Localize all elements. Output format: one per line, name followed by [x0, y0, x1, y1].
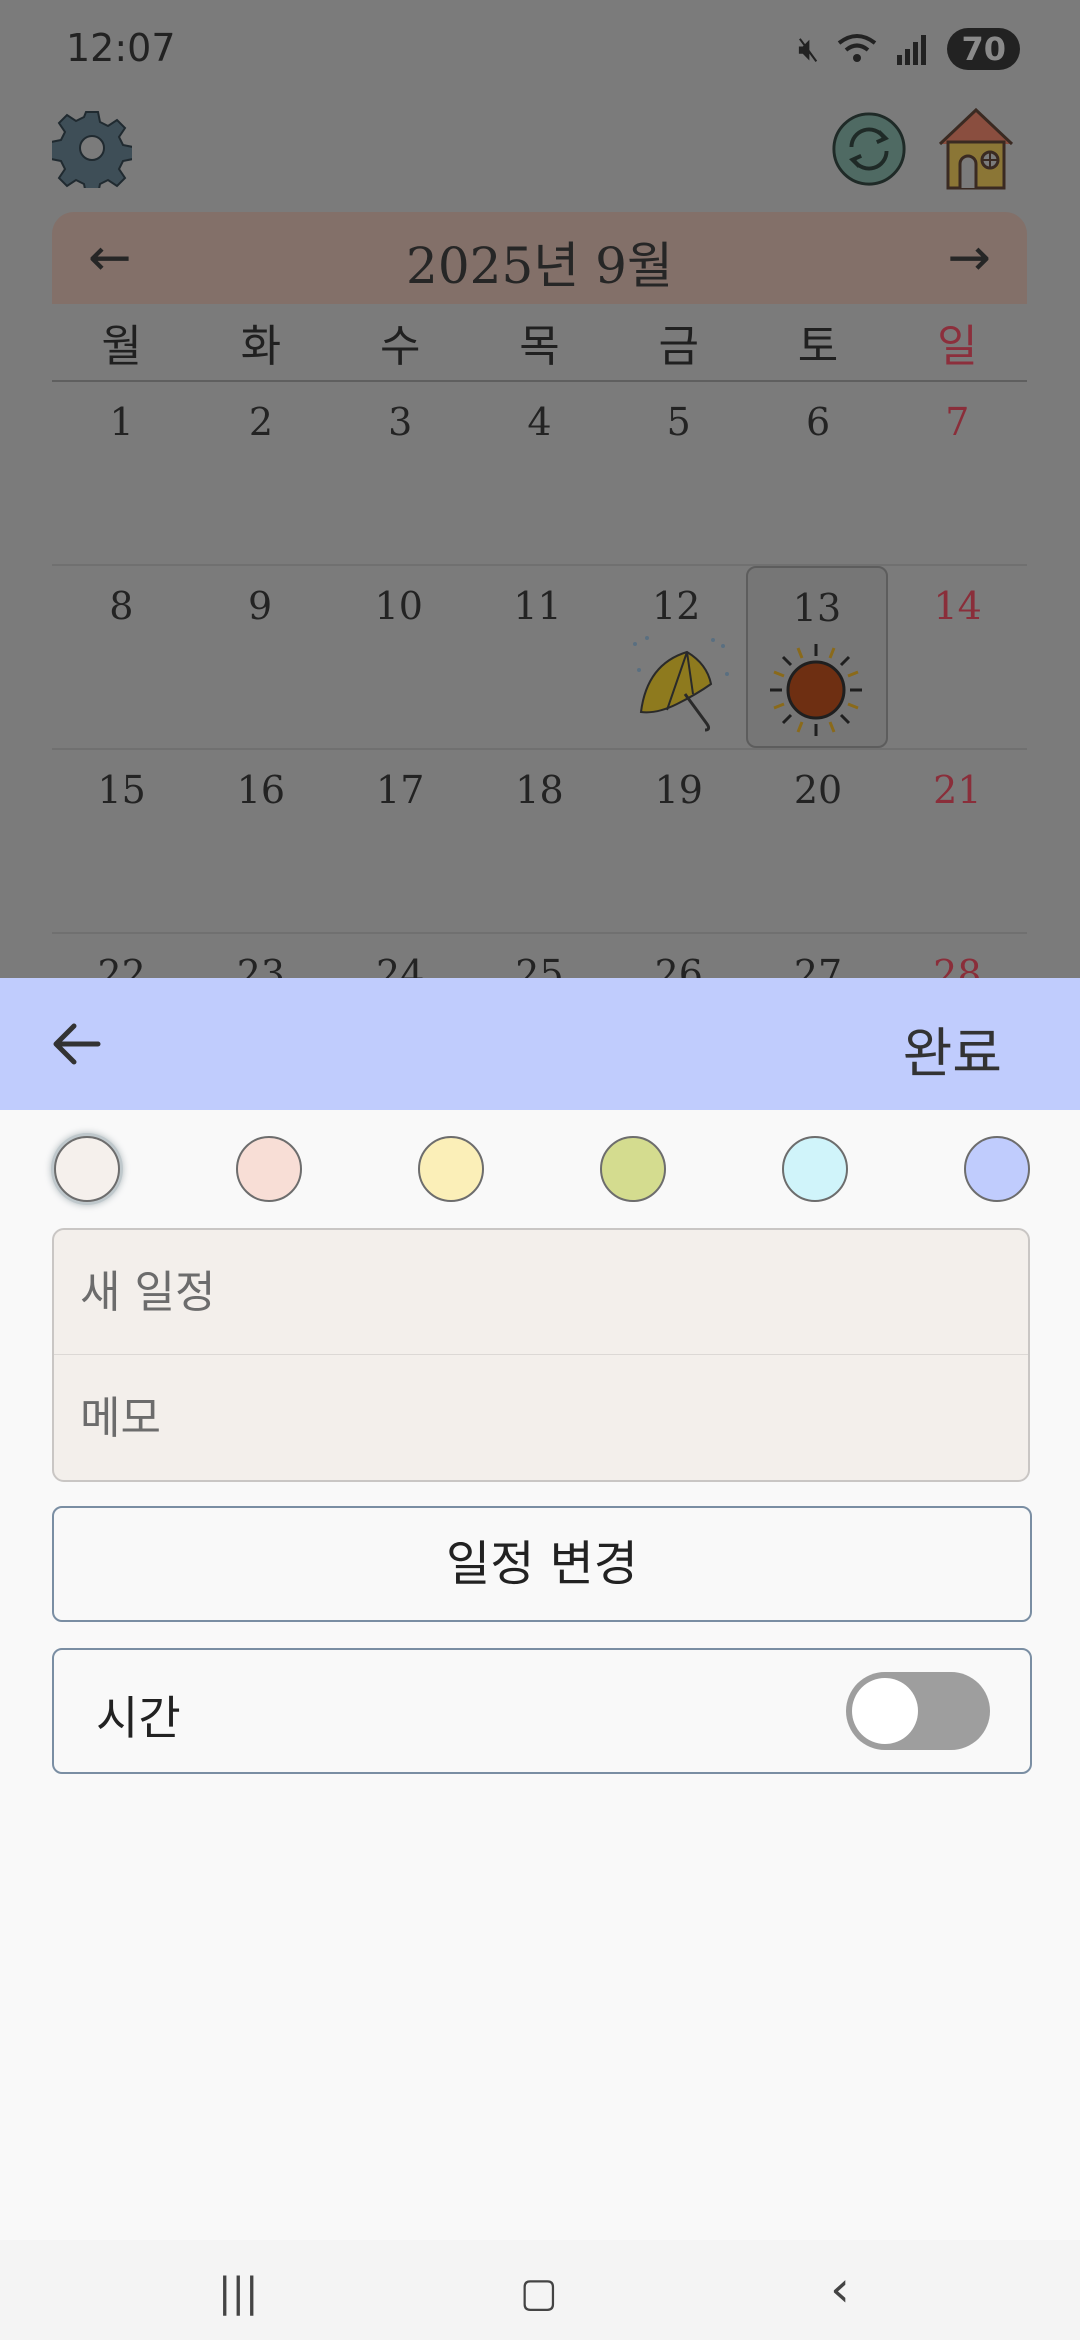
calendar-day[interactable]: 11: [468, 566, 607, 748]
calendar-day[interactable]: 18: [470, 750, 609, 932]
calendar-day[interactable]: 10: [329, 566, 468, 748]
time-row: 시간: [52, 1648, 1032, 1774]
calendar-day[interactable]: 15: [52, 750, 191, 932]
color-swatch[interactable]: [964, 1136, 1030, 1202]
battery-indicator: 70: [947, 28, 1020, 70]
done-button[interactable]: 완료: [897, 1008, 1008, 1089]
weekday-label-sunday: 일: [937, 321, 978, 372]
umbrella-icon: [632, 636, 729, 732]
month-header: ← 2025년 9월 →: [52, 212, 1027, 304]
calendar-week: 1 2 3 4 5 6 7: [52, 382, 1027, 566]
event-fields: [52, 1228, 1030, 1482]
calendar-day[interactable]: 19: [609, 750, 748, 932]
system-nav-bar: ||| ▢ ‹: [0, 2240, 1080, 2340]
calendar-day-sunday[interactable]: 14: [888, 566, 1027, 748]
calendar-day[interactable]: 4: [470, 382, 609, 564]
color-swatch-selected[interactable]: [54, 1136, 120, 1202]
weekday-label: 화: [240, 321, 282, 372]
calendar-day[interactable]: 9: [191, 566, 330, 748]
recent-apps-icon[interactable]: |||: [218, 2270, 258, 2316]
day-number: 13: [792, 586, 842, 630]
sync-icon[interactable]: [830, 110, 908, 188]
status-icons: 🔇︎ 70: [798, 28, 1020, 70]
color-swatch[interactable]: [782, 1136, 848, 1202]
color-swatch[interactable]: [418, 1136, 484, 1202]
change-schedule-button[interactable]: 일정 변경: [52, 1506, 1032, 1622]
memo-field: [54, 1356, 1028, 1480]
title-field: [54, 1230, 1028, 1355]
calendar-day[interactable]: 3: [331, 382, 470, 564]
settings-gear-icon[interactable]: [52, 108, 132, 188]
event-edit-sheet: 완료 일정 변경 시간: [0, 978, 1080, 2240]
status-bar: 12:07 🔇︎ 70: [0, 0, 1080, 100]
mute-icon: 🔇︎: [798, 29, 820, 69]
calendar-day[interactable]: 20: [748, 750, 887, 932]
wifi-icon: [838, 34, 877, 62]
time-toggle[interactable]: [846, 1672, 990, 1750]
weekday-label: 월: [101, 321, 142, 372]
weekday-label: 금: [658, 321, 699, 372]
color-swatch[interactable]: [600, 1136, 666, 1202]
weekday-label: 토: [797, 321, 839, 372]
calendar-day[interactable]: 2: [191, 382, 330, 564]
month-title: 2025년 9월: [406, 237, 673, 295]
calendar-day[interactable]: 16: [191, 750, 330, 932]
sheet-header: 완료: [0, 978, 1080, 1110]
calendar-day[interactable]: 5: [609, 382, 748, 564]
calendar-week: 8 9 10 11 12 13 14: [52, 566, 1027, 750]
memo-input[interactable]: [54, 1356, 1006, 1480]
weekday-label: 수: [379, 321, 421, 372]
home-nav-icon[interactable]: ▢: [520, 2270, 558, 2316]
weekday-label: 목: [519, 321, 560, 372]
status-time: 12:07: [66, 26, 176, 70]
sun-icon: [769, 644, 862, 736]
back-nav-icon[interactable]: ‹: [830, 2260, 850, 2318]
toggle-knob: [852, 1678, 918, 1744]
home-icon[interactable]: [936, 102, 1016, 192]
event-title-input[interactable]: [54, 1230, 1006, 1354]
calendar-day-sunday[interactable]: 21: [888, 750, 1027, 932]
color-swatch[interactable]: [236, 1136, 302, 1202]
time-label: 시간: [96, 1691, 181, 1745]
calendar-day-with-weather[interactable]: 12: [607, 566, 746, 748]
day-number: 12: [652, 584, 701, 628]
calendar-day-selected-with-weather[interactable]: 13: [745, 566, 889, 748]
color-picker: [0, 1136, 1080, 1206]
calendar-day[interactable]: 1: [52, 382, 191, 564]
top-toolbar: [0, 107, 1080, 190]
signal-icon: [897, 35, 927, 65]
next-month-button[interactable]: →: [947, 228, 991, 288]
calendar-day[interactable]: 17: [331, 750, 470, 932]
back-arrow-icon[interactable]: [48, 1014, 108, 1074]
calendar-day[interactable]: 6: [748, 382, 887, 564]
weekday-header: 월 화 수 목 금 토 일: [52, 310, 1027, 382]
calendar-week: 15 16 17 18 19 20 21: [52, 750, 1027, 934]
calendar-day[interactable]: 8: [52, 566, 191, 748]
calendar-day-sunday[interactable]: 7: [888, 382, 1027, 564]
